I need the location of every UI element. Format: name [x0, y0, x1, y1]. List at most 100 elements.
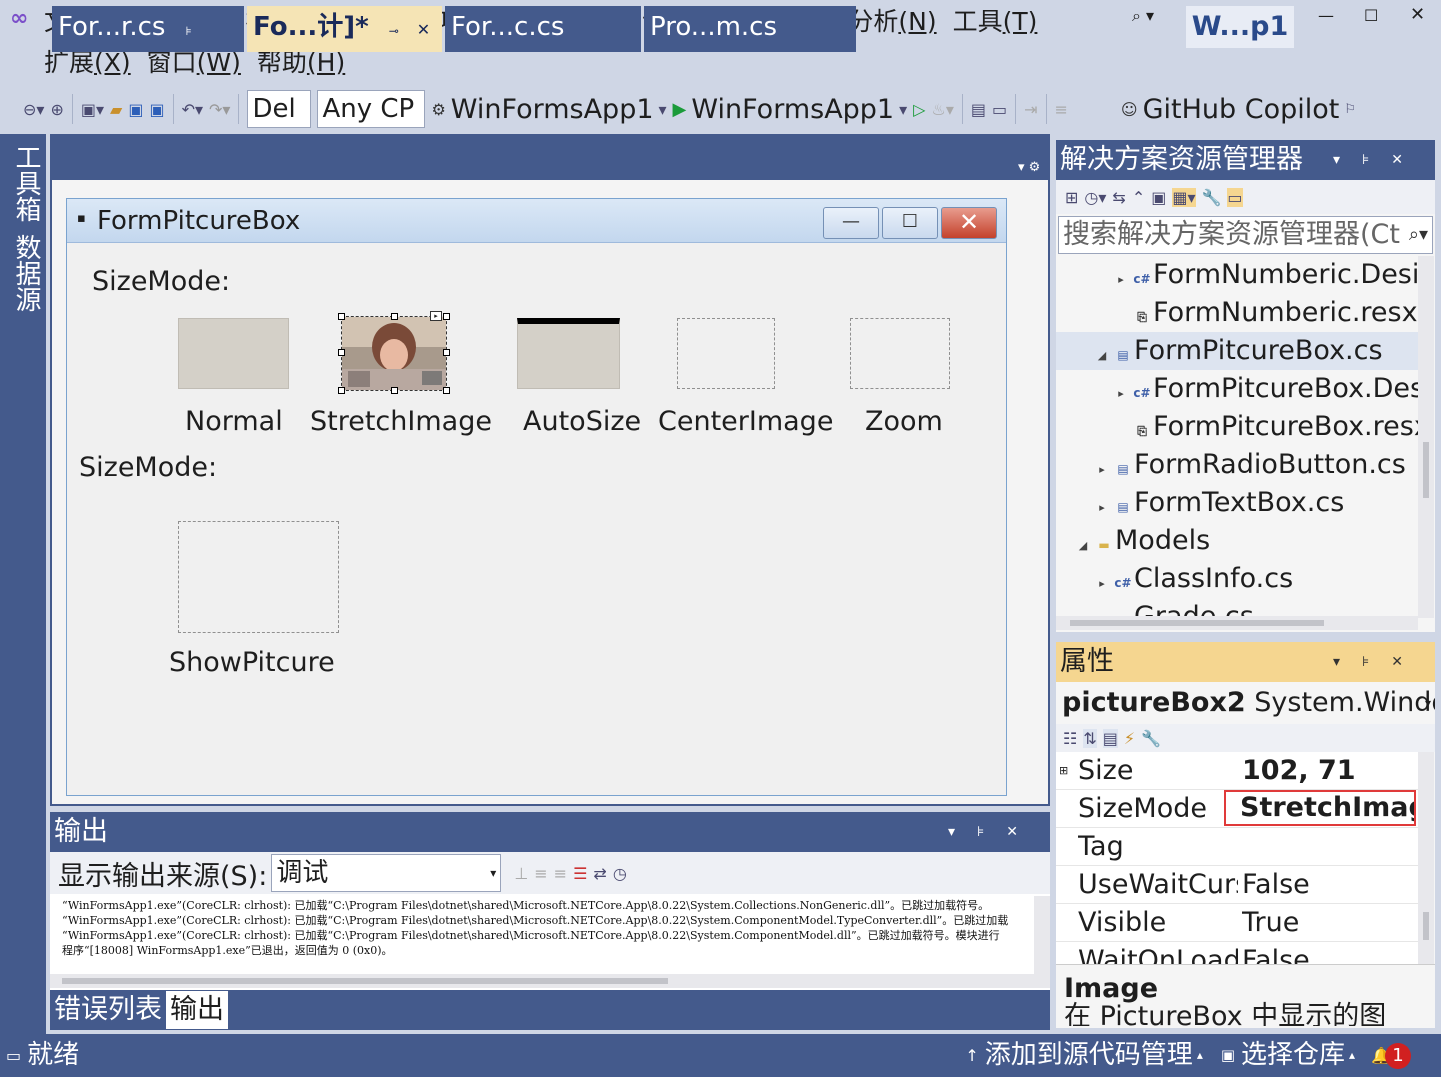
sync-icon[interactable]: ⇆: [1112, 188, 1125, 207]
start-debugging-icon[interactable]: ▶: [673, 99, 687, 120]
property-value[interactable]: False: [1242, 942, 1418, 964]
property-value[interactable]: True: [1242, 904, 1418, 942]
tree-item[interactable]: ▸c#Grade.cs: [1056, 598, 1418, 616]
solution-horizontal-scrollbar[interactable]: [1056, 616, 1418, 630]
resize-handle[interactable]: [443, 349, 450, 356]
property-row[interactable]: Tag: [1056, 828, 1418, 866]
output-log[interactable]: “WinFormsApp1.exe”(CoreCLR: clrhost): 已加…: [50, 894, 1050, 972]
expand-arrow-icon[interactable]: ◢: [1092, 337, 1112, 370]
hot-reload-icon[interactable]: ♨▾: [931, 100, 953, 119]
tree-item[interactable]: ▸ c#FormNumberic.Desi: [1056, 256, 1418, 294]
tree-item[interactable]: ▸ ▤ FormTextBox.cs: [1056, 484, 1418, 522]
scroll-thumb[interactable]: [62, 978, 668, 984]
forward-icon[interactable]: ⊕: [50, 100, 63, 119]
resize-handle[interactable]: [443, 313, 450, 320]
new-project-icon[interactable]: ▣▾: [81, 100, 104, 119]
form-close-button[interactable]: ✕: [941, 207, 997, 239]
pin-icon[interactable]: ⊧: [185, 24, 191, 38]
word-wrap-icon[interactable]: ⇄: [593, 864, 606, 883]
datasource-tab[interactable]: 数据源: [8, 234, 45, 312]
close-window-button[interactable]: ✕: [1410, 4, 1425, 25]
resize-handle[interactable]: [338, 387, 345, 394]
copilot-icon[interactable]: ☺: [1121, 100, 1138, 119]
property-row[interactable]: Visible True: [1056, 904, 1418, 942]
feedback-icon[interactable]: ⚐: [1344, 102, 1356, 117]
caption-stretchimage[interactable]: StretchImage: [310, 406, 492, 437]
picturebox-show[interactable]: [178, 521, 339, 633]
panel-window-buttons[interactable]: ▾⊧✕: [1333, 642, 1425, 682]
solution-name-badge[interactable]: W...p1: [1186, 6, 1294, 48]
expand-icon[interactable]: ⊞: [1059, 752, 1068, 790]
form-minimize-button[interactable]: —: [823, 207, 879, 239]
picturebox-zoom[interactable]: [850, 318, 950, 389]
minimize-window-button[interactable]: —: [1318, 6, 1334, 25]
comment-icon[interactable]: ≡: [1055, 100, 1068, 119]
caption-showpitcure[interactable]: ShowPitcure: [169, 647, 335, 678]
output-source-dropdown[interactable]: 调试 ▾: [271, 854, 502, 892]
caption-autosize[interactable]: AutoSize: [523, 406, 641, 437]
resize-handle[interactable]: [443, 387, 450, 394]
prev-message-icon[interactable]: ≡: [534, 864, 547, 883]
solution-search-box[interactable]: 搜索解决方案资源管理器(Ct ⌕▾: [1058, 216, 1433, 254]
search-icon[interactable]: ⌕▾: [1408, 217, 1428, 253]
vs-logo-icon[interactable]: ∞: [10, 6, 28, 31]
properties-icon[interactable]: 🔧: [1202, 188, 1222, 207]
scroll-thumb[interactable]: [1423, 442, 1429, 498]
scroll-thumb[interactable]: [1423, 912, 1429, 940]
property-value[interactable]: 102, 71: [1242, 752, 1418, 790]
next-message-icon[interactable]: ≡: [554, 864, 567, 883]
designer-form[interactable]: ▪ FormPitcureBox — ☐ ✕ SizeMode: ▸ Norma…: [66, 198, 1007, 796]
picturebox-stretchimage[interactable]: ▸: [338, 311, 450, 394]
save-icon[interactable]: ▣: [128, 100, 143, 119]
error-list-tab[interactable]: 错误列表: [50, 991, 166, 1029]
start-without-debugging-icon[interactable]: ▷: [913, 100, 925, 119]
sizemode-label[interactable]: SizeMode:: [92, 266, 230, 297]
show-all-files-icon[interactable]: ▣: [1151, 188, 1166, 207]
properties-view-icon[interactable]: ▤: [1102, 728, 1118, 748]
clock-icon[interactable]: ◷: [613, 864, 627, 883]
tree-item[interactable]: ▸ ▤ FormRadioButton.cs: [1056, 446, 1418, 484]
menu-row1-9[interactable]: 工具(T): [953, 4, 1038, 40]
panel-window-buttons[interactable]: ▾⊧✕: [948, 812, 1040, 852]
categorized-icon[interactable]: ☷: [1063, 729, 1077, 748]
expand-arrow-icon[interactable]: ▸: [1111, 261, 1131, 294]
redo-icon[interactable]: ↷▾: [209, 100, 230, 119]
caption-normal[interactable]: Normal: [185, 406, 283, 437]
doc-tab-0[interactable]: For...r.cs ⊧: [52, 6, 244, 52]
tree-item[interactable]: ⎘ FormNumberic.resx: [1056, 294, 1418, 332]
picturebox-centerimage[interactable]: [677, 318, 775, 389]
filter-icon[interactable]: ▦▾: [1172, 187, 1196, 207]
properties-header[interactable]: 属性 ▾⊧✕: [1056, 642, 1435, 682]
scroll-thumb[interactable]: [1070, 620, 1324, 626]
caption-centerimage[interactable]: CenterImage: [658, 406, 833, 437]
property-pages-icon[interactable]: 🔧: [1141, 729, 1161, 748]
platform-dropdown[interactable]: Any CP: [317, 90, 426, 128]
configuration-dropdown[interactable]: Del: [247, 90, 312, 128]
notification-count-badge[interactable]: 1: [1385, 1042, 1411, 1069]
history-icon[interactable]: ◷▾: [1084, 188, 1106, 207]
expand-arrow-icon[interactable]: ◢: [1073, 527, 1093, 560]
panel-window-buttons[interactable]: ▾⊧✕: [1333, 140, 1425, 180]
doc-tab-3[interactable]: Pro...m.cs: [644, 6, 856, 52]
align-icon[interactable]: ⇥: [1024, 100, 1037, 119]
resize-handle[interactable]: [338, 349, 345, 356]
chevron-down-icon[interactable]: ▾: [659, 100, 667, 119]
property-row[interactable]: UseWaitCurs False: [1056, 866, 1418, 904]
output-vertical-scrollbar[interactable]: [1034, 896, 1050, 988]
menu-row1-8[interactable]: 分析(N): [848, 4, 936, 40]
events-icon[interactable]: ⚡: [1124, 729, 1135, 748]
property-row[interactable]: ⊞ Size 102, 71: [1056, 752, 1418, 790]
collapse-all-icon[interactable]: ⌃: [1132, 188, 1145, 207]
form-title-bar[interactable]: ▪ FormPitcureBox — ☐ ✕: [67, 199, 1006, 243]
form-client-area[interactable]: SizeMode: ▸ Normal StretchImage AutoSize…: [73, 244, 1000, 790]
maximize-window-button[interactable]: ☐: [1364, 6, 1378, 25]
doc-tab-2[interactable]: For...c.cs: [445, 6, 641, 52]
caption-zoom[interactable]: Zoom: [865, 406, 943, 437]
tree-item[interactable]: ▸ c#FormPitcureBox.Des: [1056, 370, 1418, 408]
close-tab-icon[interactable]: ✕: [417, 20, 430, 39]
window-layout-icon[interactable]: ▭: [992, 100, 1007, 119]
resize-handle[interactable]: [391, 313, 398, 320]
object-selector[interactable]: pictureBox2 System.Windo ▾: [1056, 682, 1435, 724]
search-icon[interactable]: ⌕ ▾: [1132, 6, 1154, 26]
tab-overflow-icon[interactable]: ▾ ⚙: [1018, 160, 1040, 175]
